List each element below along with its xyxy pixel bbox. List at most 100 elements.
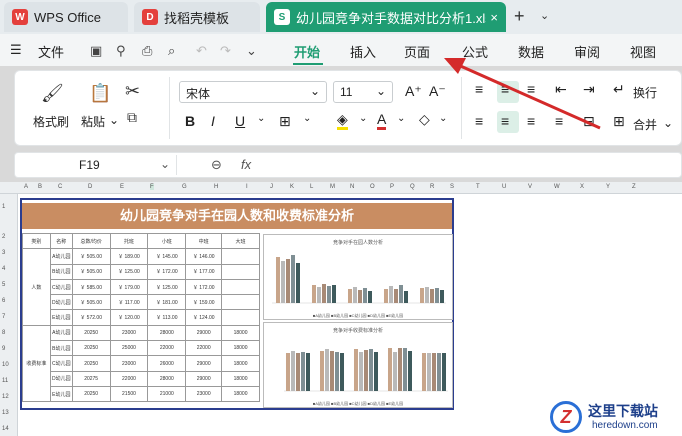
table-cell[interactable]: [221, 278, 260, 296]
table-cell[interactable]: ￥ 172.00: [147, 263, 187, 280]
bold-icon[interactable]: B: [185, 113, 195, 129]
increase-font-icon[interactable]: A⁺: [405, 83, 422, 100]
table-cell[interactable]: E幼儿园: [49, 385, 73, 403]
align-right-icon[interactable]: ≡: [527, 113, 535, 129]
table-cell[interactable]: 20275: [71, 370, 111, 387]
column-label[interactable]: X: [580, 184, 584, 190]
menu-page[interactable]: 页面: [404, 42, 430, 61]
table-cell[interactable]: 21000: [147, 385, 187, 403]
hamburger-icon[interactable]: ☰: [10, 42, 22, 58]
row-label[interactable]: 7: [2, 314, 5, 320]
column-label[interactable]: J: [270, 184, 273, 190]
table-cell[interactable]: 23000: [185, 385, 223, 403]
italic-icon[interactable]: I: [211, 113, 215, 129]
menu-insert[interactable]: 插入: [350, 42, 376, 61]
table-cell[interactable]: ￥ 146.00: [185, 248, 223, 265]
table-cell[interactable]: [221, 294, 260, 311]
column-label[interactable]: H: [214, 184, 218, 190]
table-cell[interactable]: [221, 263, 260, 280]
clear-format-icon[interactable]: ◇: [419, 111, 430, 128]
column-label[interactable]: S: [450, 184, 454, 190]
table-cell[interactable]: 23000: [109, 355, 149, 372]
row-label[interactable]: 6: [2, 298, 5, 304]
chart-headcount[interactable]: 竞争对手在园人数分析 ■A幼儿园 ■B幼儿园 ■C幼儿园 ■D幼儿园 ■E幼儿园: [263, 234, 453, 320]
column-label[interactable]: E: [120, 184, 124, 190]
wrap-text-label[interactable]: 换行: [633, 84, 657, 101]
column-label[interactable]: M: [330, 184, 335, 190]
decrease-indent-icon[interactable]: ⇤: [555, 81, 567, 98]
format-painter-icon[interactable]: 🖌: [41, 83, 64, 104]
table-cell[interactable]: ￥ 177.00: [185, 263, 223, 280]
table-cell[interactable]: A幼儿园: [49, 324, 73, 342]
row-label[interactable]: 9: [2, 346, 5, 352]
menu-data[interactable]: 数据: [518, 42, 544, 61]
row-label[interactable]: 2: [2, 234, 5, 240]
border-chevron-icon[interactable]: ⌄: [303, 113, 311, 124]
zoom-icon[interactable]: ⊖: [211, 157, 222, 173]
copy-icon[interactable]: ⧉: [127, 109, 137, 126]
column-label[interactable]: W: [554, 184, 560, 190]
column-label[interactable]: G: [182, 184, 187, 190]
row-label[interactable]: 13: [2, 410, 9, 416]
align-middle-icon[interactable]: ≡: [501, 81, 509, 97]
menu-home[interactable]: 开始: [294, 42, 320, 61]
paste-chevron-icon[interactable]: ⌄: [109, 113, 119, 127]
table-cell[interactable]: ￥ 145.00: [147, 248, 187, 265]
table-cell[interactable]: ￥ 505.00: [71, 263, 111, 280]
fill-color-icon[interactable]: ◈: [337, 111, 348, 130]
font-color-chevron-icon[interactable]: ⌄: [397, 113, 405, 124]
table-cell[interactable]: ￥ 117.00: [109, 294, 149, 311]
row-label[interactable]: 14: [2, 426, 9, 432]
header-cell[interactable]: 名称: [49, 232, 73, 250]
tab-document[interactable]: S 幼儿园竞争对手数据对比分析1.xlsx ×: [266, 2, 506, 32]
header-cell[interactable]: 托班: [109, 232, 149, 250]
table-cell[interactable]: 18000: [221, 355, 260, 372]
table-cell[interactable]: 20250: [71, 324, 111, 342]
column-label[interactable]: Z: [632, 184, 636, 190]
table-cell[interactable]: 18000: [221, 324, 260, 342]
table-cell[interactable]: ￥ 585.00: [71, 278, 111, 296]
print-preview-icon[interactable]: ⌕: [168, 43, 175, 59]
table-cell[interactable]: ￥ 179.00: [109, 278, 149, 296]
border-icon[interactable]: ⊞: [279, 113, 291, 130]
table-cell[interactable]: ￥ 159.00: [185, 294, 223, 311]
column-label[interactable]: P: [390, 184, 394, 190]
column-label[interactable]: L: [310, 184, 313, 190]
fx-icon[interactable]: fx: [241, 157, 251, 172]
column-label[interactable]: Q: [410, 184, 415, 190]
quick-access-chevron-icon[interactable]: ⌄: [246, 43, 257, 59]
table-cell[interactable]: A幼儿园: [49, 248, 73, 265]
table-cell[interactable]: 18000: [221, 370, 260, 387]
row-label[interactable]: 12: [2, 394, 9, 400]
category-cell[interactable]: 人数: [22, 248, 51, 326]
table-cell[interactable]: 29000: [185, 355, 223, 372]
table-cell[interactable]: B幼儿园: [49, 340, 73, 357]
menu-file[interactable]: 文件: [38, 42, 64, 61]
table-cell[interactable]: ￥ 124.00: [185, 309, 223, 326]
column-label[interactable]: F: [150, 184, 154, 190]
font-size-select[interactable]: 11 ⌄: [333, 81, 393, 103]
wrap-text-icon[interactable]: ↵: [613, 81, 625, 98]
header-cell[interactable]: 大班: [221, 232, 260, 250]
underline-icon[interactable]: U: [235, 113, 245, 129]
table-cell[interactable]: ￥ 181.00: [147, 294, 187, 311]
table-cell[interactable]: 25000: [109, 340, 149, 357]
increase-indent-icon[interactable]: ⇥: [583, 81, 595, 98]
column-label[interactable]: D: [88, 184, 92, 190]
table-cell[interactable]: 20250: [71, 385, 111, 403]
print-icon[interactable]: ⎙: [142, 43, 152, 59]
chart-fees[interactable]: 竞争对手收费标准分析 ■A幼儿园 ■B幼儿园 ■C幼儿园 ■D幼儿园 ■E幼儿园: [263, 322, 453, 408]
table-cell[interactable]: 18000: [221, 340, 260, 357]
table-cell[interactable]: 23000: [109, 324, 149, 342]
table-cell[interactable]: C幼儿园: [49, 355, 73, 372]
redo-icon[interactable]: ↷: [220, 43, 231, 59]
merge-icon[interactable]: ⊞: [613, 113, 625, 130]
table-cell[interactable]: 18000: [221, 385, 260, 403]
table-cell[interactable]: 22000: [185, 340, 223, 357]
column-label[interactable]: A: [24, 184, 28, 190]
merge-label[interactable]: 合并: [633, 116, 657, 133]
align-top-icon[interactable]: ≡: [475, 81, 483, 97]
table-cell[interactable]: [221, 309, 260, 326]
column-label[interactable]: V: [528, 184, 532, 190]
paste-label[interactable]: 粘贴: [81, 113, 105, 130]
